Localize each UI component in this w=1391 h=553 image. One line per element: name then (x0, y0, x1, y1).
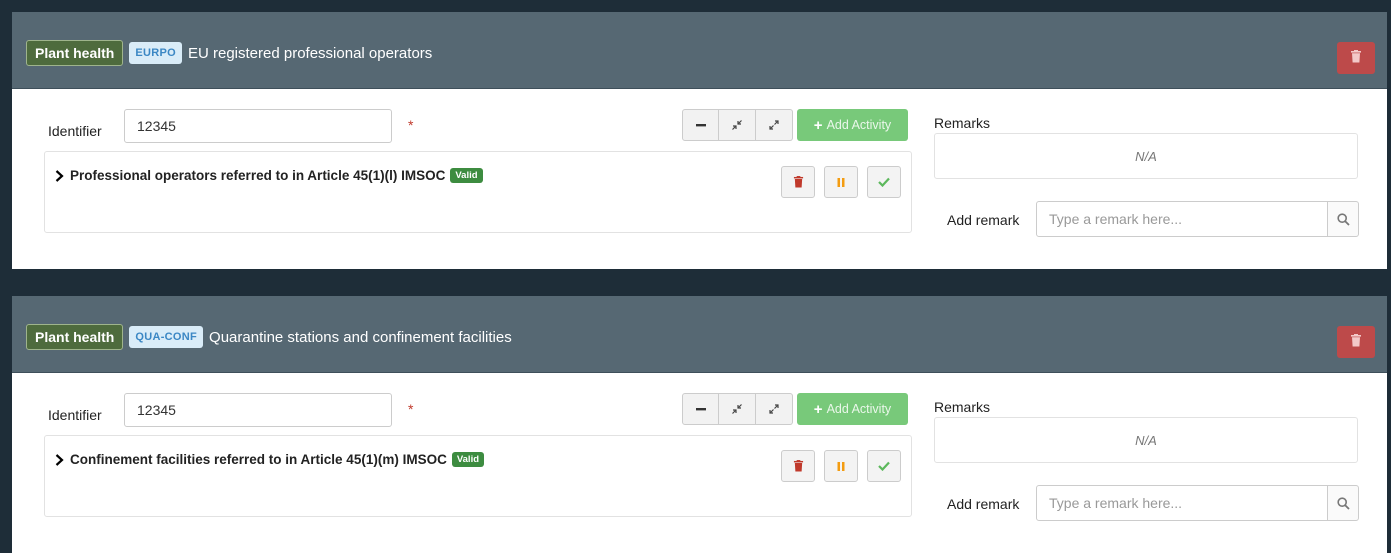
domain-badge: Plant health (26, 324, 124, 350)
view-toolbar (682, 393, 793, 425)
pause-icon (837, 461, 845, 471)
plus-icon: + (813, 116, 823, 134)
suspend-activity-button[interactable] (824, 166, 858, 198)
chevron-right-icon (55, 169, 64, 182)
compress-button[interactable] (719, 393, 756, 425)
remarks-label: Remarks (934, 399, 991, 415)
add-remark-label: Add remark (947, 212, 1020, 228)
domain-badge: Plant health (26, 40, 124, 66)
check-icon (878, 177, 890, 187)
identifier-value: 12345 (137, 402, 176, 418)
compress-button[interactable] (719, 109, 756, 141)
status-badge: Valid (450, 168, 483, 183)
section-body: Identifier 12345 * + Add Activity Confin… (12, 373, 1387, 553)
trash-icon (793, 176, 803, 188)
section-badges: Plant health QUA-CONF Quarantine station… (26, 324, 512, 350)
section-header: Plant health EURPO EU registered profess… (12, 12, 1387, 89)
expand-icon (769, 404, 779, 414)
remark-input[interactable]: Type a remark here... (1036, 201, 1328, 237)
section-panel-qua-conf: Plant health QUA-CONF Quarantine station… (12, 296, 1387, 553)
trash-icon (793, 460, 803, 472)
activity-title: Professional operators referred to in Ar… (70, 168, 446, 183)
required-marker: * (408, 117, 414, 133)
add-activity-button[interactable]: + Add Activity (797, 393, 908, 425)
trash-icon (1351, 50, 1361, 63)
identifier-label: Identifier (48, 407, 102, 423)
add-activity-label: Add Activity (826, 402, 892, 416)
search-icon (1336, 496, 1350, 510)
delete-activity-button[interactable] (781, 166, 815, 198)
delete-section-button[interactable] (1337, 42, 1375, 74)
delete-activity-button[interactable] (781, 450, 815, 482)
section-body: Identifier 12345 * + Add Activity Profes… (12, 89, 1387, 269)
chevron-right-icon (55, 453, 64, 466)
activity-card: Professional operators referred to in Ar… (44, 151, 912, 233)
validate-activity-button[interactable] (867, 166, 901, 198)
code-badge: QUA-CONF (129, 326, 204, 348)
activity-title: Confinement facilities referred to in Ar… (70, 452, 447, 467)
activity-card: Confinement facilities referred to in Ar… (44, 435, 912, 517)
remarks-value: N/A (1135, 432, 1157, 448)
section-header: Plant health QUA-CONF Quarantine station… (12, 296, 1387, 373)
remarks-box: N/A (934, 133, 1358, 179)
section-panel-eurpo: Plant health EURPO EU registered profess… (12, 12, 1387, 269)
activity-toggle[interactable]: Professional operators referred to in Ar… (55, 168, 483, 183)
remarks-box: N/A (934, 417, 1358, 463)
suspend-activity-button[interactable] (824, 450, 858, 482)
add-activity-button[interactable]: + Add Activity (797, 109, 908, 141)
identifier-input[interactable]: 12345 (124, 109, 392, 143)
pause-icon (837, 177, 845, 187)
remarks-label: Remarks (934, 115, 991, 131)
search-remark-button[interactable] (1327, 201, 1359, 237)
remark-placeholder: Type a remark here... (1049, 495, 1183, 511)
expand-button[interactable] (756, 109, 793, 141)
identifier-value: 12345 (137, 118, 176, 134)
add-remark-label: Add remark (947, 496, 1020, 512)
identifier-input[interactable]: 12345 (124, 393, 392, 427)
status-badge: Valid (451, 452, 485, 467)
collapse-button[interactable] (682, 393, 719, 425)
section-badges: Plant health EURPO EU registered profess… (26, 40, 432, 66)
minus-icon (695, 124, 706, 127)
collapse-button[interactable] (682, 109, 719, 141)
validate-activity-button[interactable] (867, 450, 901, 482)
minus-icon (695, 408, 706, 411)
code-badge: EURPO (129, 42, 182, 64)
compress-icon (732, 404, 742, 414)
check-icon (878, 461, 890, 471)
add-activity-label: Add Activity (826, 118, 892, 132)
identifier-label: Identifier (48, 123, 102, 139)
trash-icon (1351, 334, 1361, 347)
plus-icon: + (813, 400, 823, 418)
delete-section-button[interactable] (1337, 326, 1375, 358)
expand-icon (769, 120, 779, 130)
remark-placeholder: Type a remark here... (1049, 211, 1183, 227)
remark-input[interactable]: Type a remark here... (1036, 485, 1328, 521)
section-title: Quarantine stations and confinement faci… (209, 328, 512, 346)
remarks-value: N/A (1135, 148, 1157, 164)
section-title: EU registered professional operators (187, 44, 433, 62)
search-remark-button[interactable] (1327, 485, 1359, 521)
compress-icon (732, 120, 742, 130)
expand-button[interactable] (756, 393, 793, 425)
activity-toggle[interactable]: Confinement facilities referred to in Ar… (55, 452, 485, 467)
search-icon (1336, 212, 1350, 226)
required-marker: * (408, 401, 414, 417)
view-toolbar (682, 109, 793, 141)
